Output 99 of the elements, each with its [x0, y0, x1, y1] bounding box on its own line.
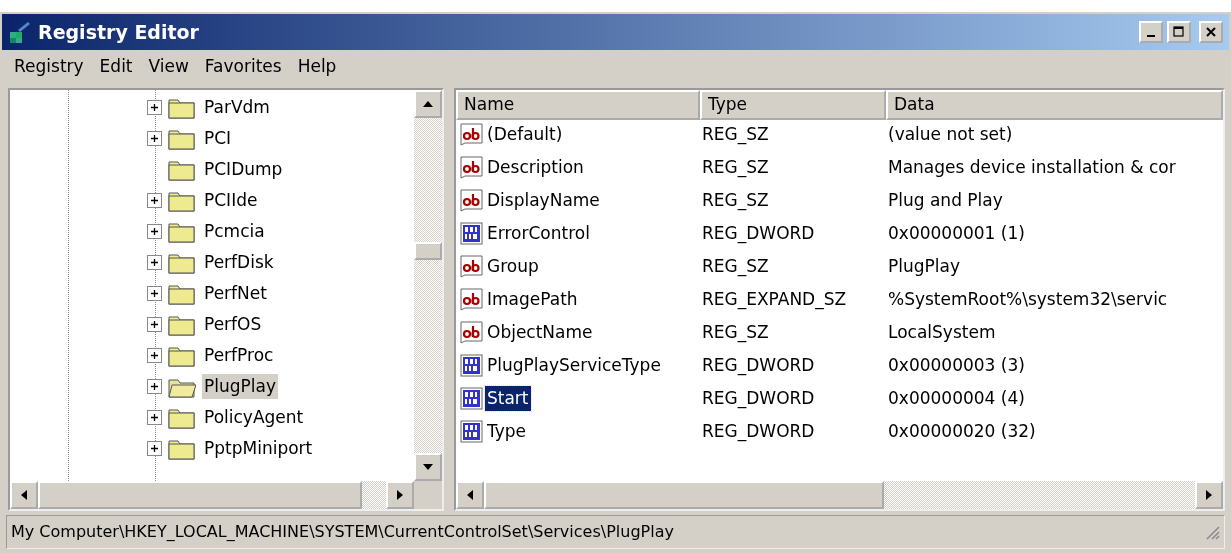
table-cell-text: REG_DWORD: [701, 419, 816, 444]
table-cell-text: PlugPlay: [887, 254, 961, 278]
scroll-right-button[interactable]: [386, 481, 414, 509]
scroll-up-button[interactable]: [414, 90, 442, 118]
scrollbar-thumb[interactable]: [414, 241, 442, 260]
scroll-down-button[interactable]: [414, 453, 442, 481]
right-arrow-icon: [1206, 490, 1212, 500]
registry-icon: [8, 20, 32, 44]
plus-icon: [150, 351, 159, 360]
table-cell-text: REG_DWORD: [701, 386, 816, 411]
table-cell-text: REG_SZ: [701, 122, 770, 147]
plus-icon: [150, 320, 159, 329]
plus-icon: [150, 258, 159, 267]
expand-button[interactable]: [147, 410, 162, 425]
close-button[interactable]: [1199, 21, 1223, 43]
expand-button[interactable]: [147, 224, 162, 239]
maximize-button[interactable]: [1167, 21, 1191, 43]
menu-item[interactable]: View: [140, 54, 197, 80]
table-cell-text: 0x00000004 (4): [887, 386, 1026, 410]
resize-grip-icon: [1204, 524, 1220, 540]
column-header[interactable]: Type: [700, 90, 886, 120]
value-name[interactable]: Start: [485, 385, 531, 412]
table-cell-text: REG_SZ: [701, 155, 770, 180]
expand-button[interactable]: [147, 100, 162, 115]
tree-item[interactable]: Pcmcia: [202, 218, 267, 245]
close-icon: [1206, 27, 1216, 37]
right-arrow-icon: [397, 490, 403, 500]
menu-item[interactable]: Help: [289, 54, 345, 80]
table-cell-text: REG_SZ: [701, 254, 770, 279]
scrollbar-thumb[interactable]: [38, 481, 362, 509]
tree-item[interactable]: PolicyAgent: [202, 404, 306, 431]
scroll-right-button[interactable]: [1195, 481, 1223, 509]
scroll-left-button[interactable]: [456, 481, 484, 509]
tree-item[interactable]: ParVdm: [202, 94, 272, 121]
expand-button[interactable]: [147, 255, 162, 270]
table-cell-text: REG_SZ: [701, 320, 770, 345]
table-cell-text: %SystemRoot%\system32\servic: [887, 287, 1169, 311]
tree-item[interactable]: PCI: [202, 125, 234, 152]
plus-icon: [150, 444, 159, 453]
plus-icon: [150, 134, 159, 143]
value-name[interactable]: DisplayName: [485, 187, 602, 214]
expand-button[interactable]: [147, 441, 162, 456]
expand-button[interactable]: [147, 348, 162, 363]
tree-item[interactable]: PerfOS: [202, 311, 264, 338]
plus-icon: [150, 196, 159, 205]
tree-item[interactable]: PerfDisk: [202, 249, 276, 276]
table-cell-text: Plug and Play: [887, 188, 1004, 212]
column-header[interactable]: Name: [456, 90, 700, 120]
plus-icon: [150, 103, 159, 112]
table-cell-text: REG_EXPAND_SZ: [701, 287, 848, 312]
scrollbar-thumb[interactable]: [484, 481, 884, 509]
left-arrow-icon: [467, 490, 473, 500]
expand-button[interactable]: [147, 379, 162, 394]
plus-icon: [150, 413, 159, 422]
value-name[interactable]: ObjectName: [485, 319, 595, 346]
scrollbar-corner: [414, 481, 442, 509]
left-arrow-icon: [21, 490, 27, 500]
minimize-icon: [1147, 35, 1155, 37]
expand-button[interactable]: [147, 131, 162, 146]
minimize-button[interactable]: [1139, 21, 1163, 43]
table-cell-text: 0x00000003 (3): [887, 353, 1026, 377]
value-name[interactable]: (Default): [485, 121, 565, 148]
value-name[interactable]: ImagePath: [485, 286, 580, 313]
plus-icon: [150, 227, 159, 236]
window-title: Registry Editor: [38, 19, 199, 45]
value-name[interactable]: Group: [485, 253, 541, 280]
tree-item[interactable]: PlugPlay: [202, 373, 278, 400]
value-name[interactable]: PlugPlayServiceType: [485, 352, 663, 379]
table-cell-text: Manages device installation & cor: [887, 155, 1177, 179]
tree-item[interactable]: PerfProc: [202, 342, 276, 369]
table-cell-text: (value not set): [887, 122, 1014, 146]
tree-item[interactable]: PerfNet: [202, 280, 269, 307]
table-cell-text: 0x00000001 (1): [887, 221, 1026, 245]
maximize-icon: [1173, 26, 1185, 38]
value-name[interactable]: ErrorControl: [485, 220, 592, 247]
scroll-left-button[interactable]: [10, 481, 38, 509]
tree-item[interactable]: PCIDump: [202, 156, 285, 183]
table-cell-text: REG_DWORD: [701, 221, 816, 246]
plus-icon: [150, 382, 159, 391]
tree-item[interactable]: PptpMiniport: [202, 435, 315, 462]
value-name[interactable]: Description: [485, 154, 586, 181]
scrollbar-track[interactable]: [456, 481, 1223, 509]
menu-item[interactable]: Registry: [6, 54, 92, 80]
column-header[interactable]: Data: [886, 90, 1223, 120]
table-cell-text: 0x00000020 (32): [887, 419, 1037, 443]
table-cell-text: REG_DWORD: [701, 353, 816, 378]
status-bar-path: My Computer\HKEY_LOCAL_MACHINE\SYSTEM\CurrentControlSet\Services\PlugPlay: [11, 521, 674, 543]
expand-button[interactable]: [147, 317, 162, 332]
plus-icon: [150, 289, 159, 298]
expand-button[interactable]: [147, 193, 162, 208]
tree-item[interactable]: PCIIde: [202, 187, 260, 214]
expand-button[interactable]: [147, 286, 162, 301]
up-arrow-icon: [423, 101, 433, 107]
menu-item[interactable]: Favorites: [196, 54, 290, 80]
menu-item[interactable]: Edit: [91, 54, 141, 80]
table-cell-text: LocalSystem: [887, 320, 997, 344]
down-arrow-icon: [423, 464, 433, 470]
value-name[interactable]: Type: [485, 418, 529, 445]
table-cell-text: REG_SZ: [701, 188, 770, 213]
